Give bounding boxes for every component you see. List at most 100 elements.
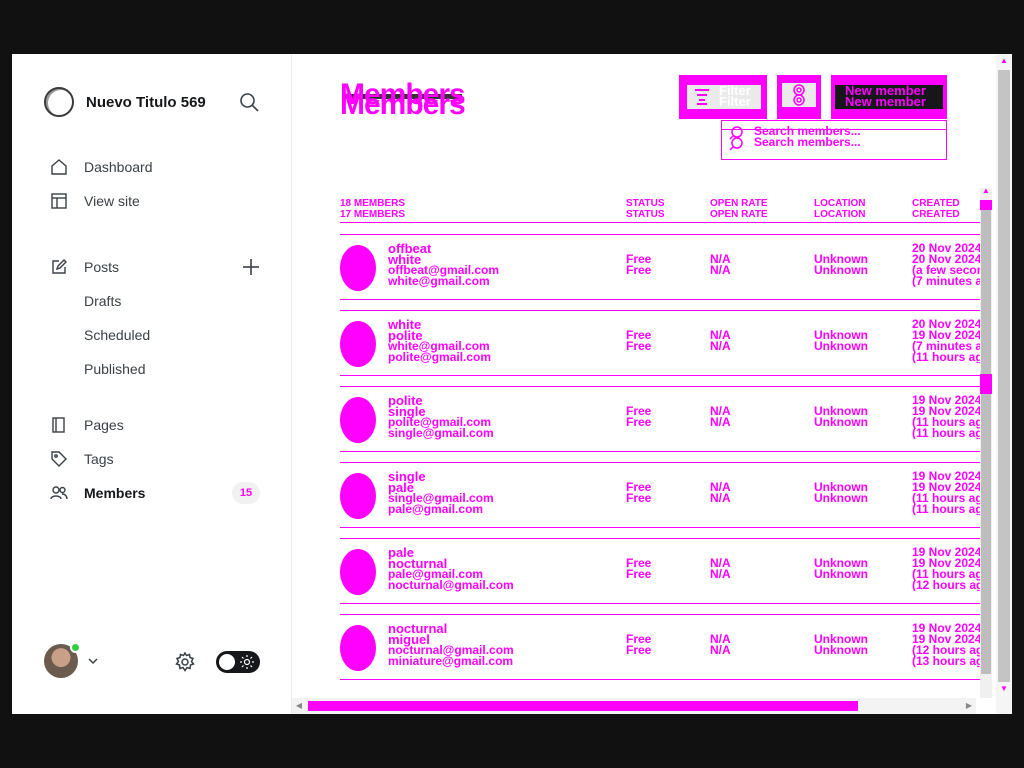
cell-text: N/A — [710, 339, 731, 353]
table-row[interactable]: white polite white@gmail.com polite@gmail.c… — [340, 310, 980, 376]
table-vertical-scrollbar[interactable]: ▲ — [980, 186, 992, 698]
new-member-button[interactable]: New member New member — [831, 75, 947, 119]
cell-text: Free — [626, 643, 652, 657]
member-location: Unknown Unknown — [814, 633, 868, 657]
header-text-ghost: STATUS — [626, 209, 665, 220]
sidebar-item-view-site[interactable]: View site — [48, 189, 140, 213]
sidebar-item-drafts[interactable]: Drafts — [84, 291, 121, 311]
sidebar-item-tags[interactable]: Tags — [48, 447, 114, 471]
site-title: Nuevo Titulo 569 — [86, 93, 206, 111]
edit-icon — [48, 256, 70, 278]
cell-text: (11 hours ago) — [912, 502, 980, 515]
search-placeholder-ghost: Search members... — [754, 135, 861, 149]
cell-text: polite@gmail.com — [388, 350, 492, 364]
sun-icon — [240, 655, 254, 669]
theme-toggle[interactable] — [216, 651, 260, 673]
member-email: polite@gmail.com single@gmail.com — [388, 416, 494, 440]
table-horizontal-scrollbar[interactable]: ◀ ▶ — [292, 698, 976, 714]
header-text-ghost: LOCATION — [814, 209, 866, 220]
member-open-rate: N/A N/A — [710, 253, 731, 276]
member-avatar — [340, 397, 376, 443]
sidebar-item-scheduled[interactable]: Scheduled — [84, 325, 150, 345]
sidebar-item-label: Members — [84, 485, 146, 501]
member-created: 19 Nov 202419 Nov 2024(11 hours ago)(11 … — [912, 395, 980, 439]
member-location: Unknown Unknown — [814, 329, 868, 353]
sidebar-item-label: View site — [84, 193, 140, 209]
site-logo — [44, 87, 74, 117]
sidebar-item-members[interactable]: Members — [48, 481, 145, 505]
column-header-members[interactable]: 18 MEMBERS 17 MEMBERS — [340, 198, 405, 220]
cell-text: (12 hours ago) — [912, 578, 980, 591]
column-header-location[interactable]: LOCATION LOCATION — [814, 198, 865, 220]
scrollbar-thumb[interactable] — [981, 208, 991, 674]
sidebar-item-label: Tags — [84, 451, 114, 467]
table-row[interactable]: offbeat white offbeat@gmail.com white@gmail… — [340, 234, 980, 300]
cell-text: Unknown — [814, 339, 868, 353]
member-location: Unknown Unknown — [814, 253, 868, 277]
sidebar-item-label: Posts — [84, 259, 120, 275]
page-vertical-scrollbar[interactable]: ▲ ▼ — [996, 54, 1012, 714]
column-header-open-rate[interactable]: OPEN RATE OPEN RATE — [710, 198, 768, 220]
members-settings-button[interactable] — [777, 75, 821, 119]
scroll-marker — [980, 374, 992, 394]
table-row[interactable]: polite single polite@gmail.com single@gmail… — [340, 386, 980, 452]
home-icon — [48, 156, 70, 178]
sidebar-item-pages[interactable]: Pages — [48, 413, 124, 437]
members-icon — [48, 482, 70, 504]
search-placeholder: Search members... Search members... — [754, 125, 861, 149]
member-avatar — [340, 473, 376, 519]
member-name: white polite — [388, 318, 423, 342]
scroll-up-arrow[interactable]: ▲ — [981, 186, 991, 196]
cell-text: N/A — [710, 491, 731, 505]
cell-text: Unknown — [814, 643, 868, 657]
cell-text: single@gmail.com — [388, 426, 494, 440]
scroll-right-arrow[interactable]: ▶ — [964, 701, 974, 711]
member-email: single@gmail.com pale@gmail.com — [388, 492, 494, 516]
cell-text: N/A — [710, 643, 731, 657]
sidebar-item-label: Pages — [84, 417, 124, 433]
search-members-input[interactable]: Search members... Search members... — [721, 120, 947, 160]
member-avatar — [340, 625, 376, 671]
scroll-left-arrow[interactable]: ◀ — [294, 701, 304, 711]
gear-icon[interactable] — [174, 651, 196, 673]
member-created: 19 Nov 202419 Nov 2024(11 hours ago)(11 … — [912, 471, 980, 515]
cell-text: Unknown — [814, 567, 868, 581]
search-icon[interactable] — [238, 91, 260, 113]
sidebar: Nuevo Titulo 569 Dashboard View site Pos… — [12, 54, 292, 714]
user-menu[interactable] — [44, 642, 100, 678]
add-post-icon[interactable] — [240, 256, 262, 278]
cell-text: Unknown — [814, 263, 868, 277]
filter-button[interactable]: Filter Filter — [679, 75, 767, 119]
cell-text: Free — [626, 567, 652, 581]
sidebar-item-dashboard[interactable]: Dashboard — [48, 155, 153, 179]
new-member-label: New member New member — [845, 84, 926, 108]
scrollbar-thumb[interactable] — [998, 70, 1010, 682]
member-name: nocturnal miguel — [388, 622, 447, 646]
table-row[interactable]: nocturnal miguel nocturnal@gmail.com miniat… — [340, 614, 980, 680]
member-name: single pale — [388, 470, 426, 494]
cell-text: (11 hours ago) — [912, 350, 980, 363]
member-open-rate: N/A N/A — [710, 633, 731, 657]
sidebar-item-posts[interactable]: Posts — [48, 255, 119, 279]
cell-text: N/A — [710, 567, 731, 581]
brand[interactable]: Nuevo Titulo 569 — [44, 87, 206, 117]
table-row[interactable]: single pale single@gmail.com pale@gmail.com… — [340, 462, 980, 528]
page-title-ghost: Members — [340, 88, 466, 121]
scrollbar-thumb[interactable] — [308, 701, 858, 711]
search-icon — [729, 126, 743, 151]
cell-text: pale@gmail.com — [388, 502, 484, 516]
cell-text: Free — [626, 339, 652, 353]
sidebar-item-published[interactable]: Published — [84, 359, 146, 379]
table-row[interactable]: pale nocturnal pale@gmail.com nocturnal@gma… — [340, 538, 980, 604]
scroll-down-arrow[interactable]: ▼ — [999, 684, 1009, 694]
member-name: offbeat white — [388, 242, 431, 266]
header-text: LOCATION — [814, 198, 866, 209]
member-created: 20 Nov 202419 Nov 2024(7 minutes ago)(11… — [912, 319, 980, 363]
scroll-up-arrow[interactable]: ▲ — [999, 56, 1009, 66]
header-text: CREATED — [912, 198, 960, 209]
column-header-status[interactable]: STATUS STATUS — [626, 198, 665, 220]
filter-icon — [695, 89, 709, 105]
member-email: nocturnal@gmail.com miniature@gmail.com — [388, 644, 514, 667]
column-header-created[interactable]: CREATED CREATED — [912, 198, 960, 220]
header-text-ghost: 17 MEMBERS — [340, 209, 406, 220]
